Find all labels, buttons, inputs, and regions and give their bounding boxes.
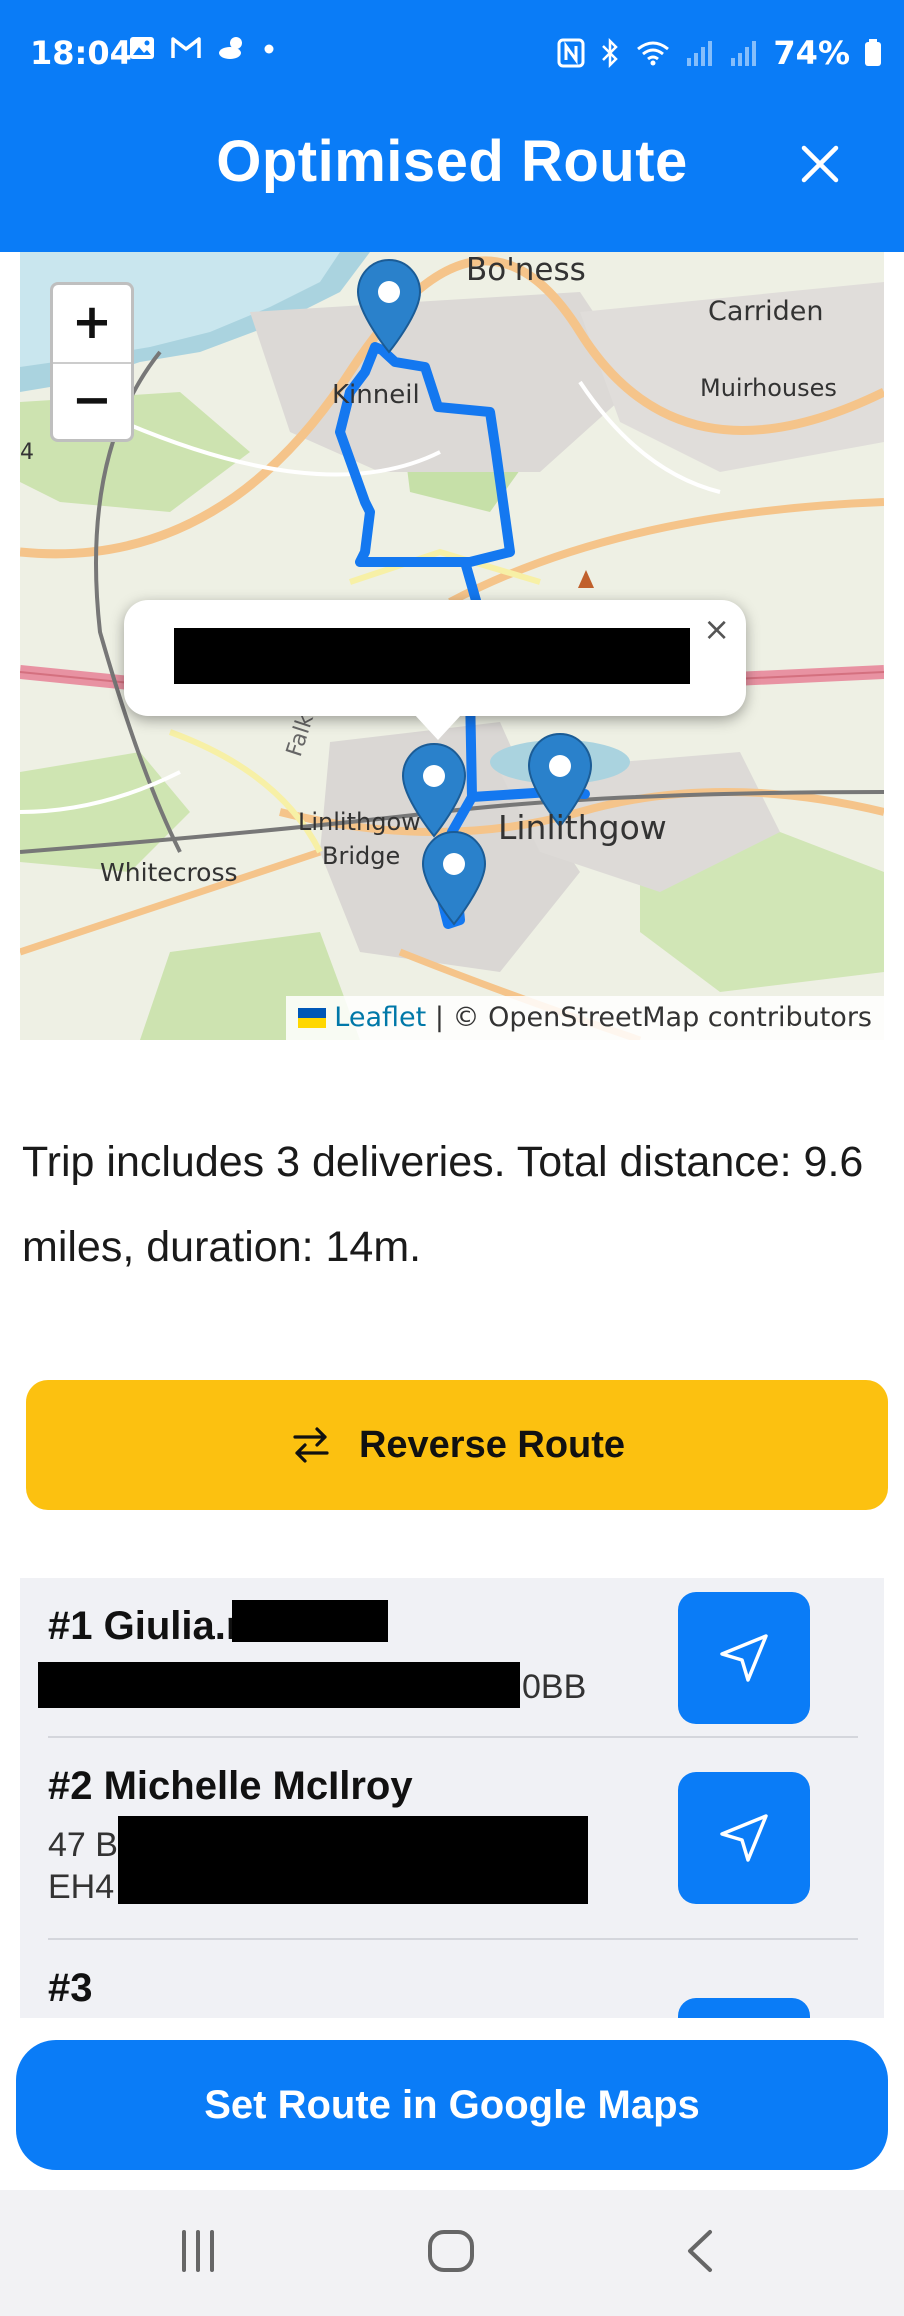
- navigate-button-2[interactable]: [678, 1772, 810, 1904]
- map-label-boness: Bo'ness: [466, 252, 586, 288]
- ukraine-flag-icon: [298, 1008, 327, 1028]
- marker-popup: ×: [124, 600, 746, 716]
- navigate-button-1[interactable]: [678, 1592, 810, 1724]
- close-button[interactable]: [796, 140, 844, 188]
- popup-redacted-content: [174, 628, 690, 684]
- popup-close-button[interactable]: ×: [703, 610, 730, 648]
- navigation-arrow-icon: [720, 1814, 768, 1862]
- dot-icon: [264, 44, 274, 54]
- map-label-whitecross: Whitecross: [100, 858, 238, 887]
- home-button[interactable]: [426, 2228, 476, 2279]
- swap-arrows-icon: [293, 1427, 329, 1463]
- status-bar: 18:04 74%: [0, 22, 904, 86]
- battery-icon: [865, 39, 881, 66]
- redacted-address: [118, 1816, 588, 1904]
- osm-attribution: © OpenStreetMap contributors: [452, 1002, 873, 1033]
- status-right-icons: 74%: [557, 34, 882, 72]
- app-header: 18:04 74% Optimised Route: [0, 0, 904, 252]
- zoom-control: + −: [50, 282, 134, 442]
- map-label-carriden: Carriden: [708, 296, 824, 327]
- recents-button[interactable]: [176, 2228, 220, 2279]
- nfc-icon: [557, 38, 585, 68]
- trip-summary: Trip includes 3 deliveries. Total distan…: [22, 1138, 864, 1271]
- attribution-separator: |: [426, 1002, 453, 1033]
- gmail-icon: [171, 37, 201, 58]
- system-nav-bar: [0, 2190, 904, 2316]
- delivery-address-line1: 47 B: [48, 1826, 118, 1864]
- page-title: Optimised Route: [216, 129, 688, 194]
- bluetooth-icon: [602, 38, 619, 68]
- back-button[interactable]: [682, 2228, 718, 2279]
- signal-icon: [731, 41, 757, 66]
- map-label-edge-number: 4: [20, 440, 34, 465]
- reverse-route-label: Reverse Route: [358, 1423, 626, 1466]
- status-time: 18:04: [30, 34, 132, 72]
- route-map[interactable]: Bo'ness Carriden Muirhouses Kinneil 4 Fa…: [20, 252, 884, 1040]
- signal-icon: [687, 41, 713, 66]
- gallery-icon: [130, 37, 154, 59]
- home-icon: [428, 2230, 474, 2272]
- weather-icon: [219, 37, 242, 59]
- delivery-name: #3: [48, 1966, 93, 2010]
- status-left-icons: [128, 34, 276, 62]
- map-label-linlithgow-bridge-line2: Bridge: [322, 842, 401, 870]
- map-label-muirhouses: Muirhouses: [700, 374, 837, 402]
- recents-icon: [182, 2230, 214, 2272]
- delivery-address: 0BB: [522, 1668, 587, 1706]
- leaflet-link[interactable]: Leaflet: [334, 1002, 426, 1033]
- map-label-kinneil: Kinneil: [332, 380, 420, 410]
- redacted-address: [38, 1662, 520, 1708]
- navigate-button-3[interactable]: [678, 1998, 810, 2018]
- map-label-linlithgow: Linlithgow: [498, 808, 667, 847]
- delivery-address-line2: EH4: [48, 1868, 115, 1906]
- list-item[interactable]: #2 Michelle McIlroy 47 B EH4: [20, 1738, 884, 1938]
- redacted-name: [232, 1600, 388, 1642]
- delivery-name: #1 Giulia.r: [48, 1604, 242, 1648]
- popup-tip: [414, 714, 462, 740]
- list-item[interactable]: #3: [20, 1940, 884, 2018]
- reverse-route-button[interactable]: Reverse Route: [26, 1380, 888, 1510]
- battery-percent: 74%: [773, 34, 850, 72]
- map-label-linlithgow-bridge-line1: Linlithgow: [298, 808, 421, 836]
- close-icon: [801, 145, 839, 183]
- wifi-icon: [637, 41, 670, 66]
- list-item[interactable]: #1 Giulia.r 0BB: [20, 1578, 884, 1736]
- zoom-out-button[interactable]: −: [53, 363, 131, 440]
- navigation-arrow-icon: [720, 1634, 768, 1682]
- zoom-in-button[interactable]: +: [53, 285, 131, 364]
- set-route-google-maps-button[interactable]: Set Route in Google Maps: [16, 2040, 888, 2170]
- delivery-list[interactable]: #1 Giulia.r 0BB #2 Michelle McIlroy 47 B…: [20, 1578, 884, 2018]
- back-icon: [688, 2230, 712, 2272]
- map-attribution: Leaflet | © OpenStreetMap contributors: [286, 996, 884, 1040]
- delivery-name: #2 Michelle McIlroy: [48, 1764, 413, 1808]
